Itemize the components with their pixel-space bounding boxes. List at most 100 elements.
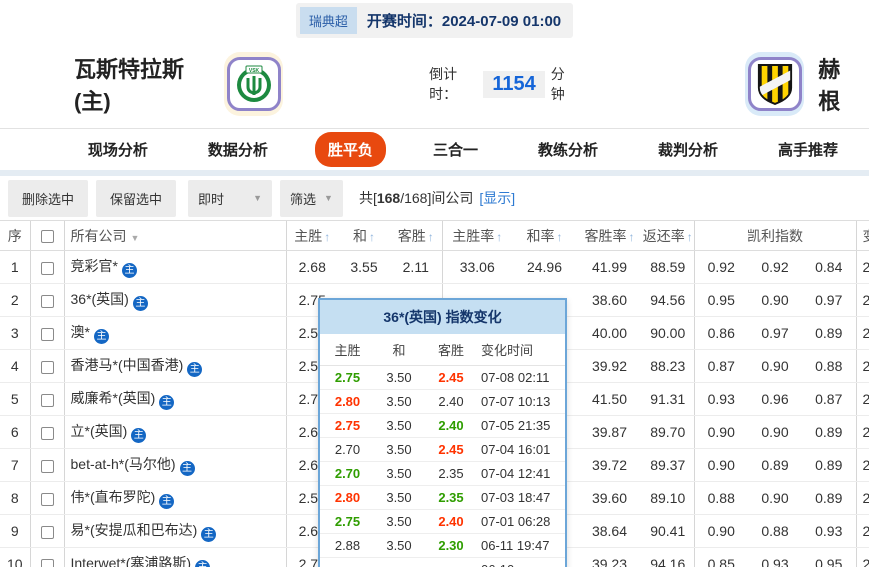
company-name[interactable]: 立*(英国) bbox=[71, 423, 128, 439]
kelly-cell: 0.89 bbox=[748, 449, 802, 482]
company-name[interactable]: 澳* bbox=[71, 324, 90, 340]
popup-odds-cell: 3.50 bbox=[375, 510, 423, 534]
company-name[interactable]: 36*(英国) bbox=[71, 291, 129, 307]
rate-cell: 91.31 bbox=[642, 383, 694, 416]
popup-time-cell: 07-03 18:47 bbox=[479, 486, 565, 510]
col-header-return-rate[interactable]: 返还率↑ bbox=[642, 221, 694, 251]
rate-cell: 89.37 bbox=[642, 449, 694, 482]
col-header-company[interactable]: 所有公司▼ bbox=[64, 221, 286, 251]
rate-cell: 94.16 bbox=[642, 548, 694, 567]
company-cell: 香港马*(中国香港)主 bbox=[64, 350, 286, 383]
popup-col-header: 变化时间 bbox=[479, 334, 565, 366]
kelly-cell: 0.88 bbox=[748, 515, 802, 548]
popup-odds-cell: 2.70 bbox=[320, 438, 375, 462]
tab-2[interactable]: 胜平负 bbox=[315, 132, 386, 167]
row-checkbox[interactable] bbox=[30, 284, 64, 317]
filter-dropdown[interactable]: 筛选 ▼ bbox=[280, 180, 343, 217]
tab-1[interactable]: 数据分析 bbox=[195, 132, 281, 167]
kelly-cell: 0.87 bbox=[802, 383, 856, 416]
checkbox-icon[interactable] bbox=[41, 526, 54, 539]
company-name[interactable]: 易*(安提瓜和巴布达) bbox=[71, 522, 198, 538]
home-logo-frame: VSK bbox=[227, 57, 281, 111]
kelly-cell: 0.89 bbox=[802, 317, 856, 350]
away-team-logo bbox=[745, 52, 804, 116]
checkbox-icon[interactable] bbox=[41, 295, 54, 308]
vasteras-crest-icon: VSK bbox=[234, 64, 274, 104]
sort-up-icon: ↑ bbox=[324, 230, 330, 244]
col-header-draw[interactable]: 和↑ bbox=[338, 221, 390, 251]
company-count-text: 共[168/168]间公司[显示] bbox=[359, 188, 515, 208]
row-checkbox[interactable] bbox=[30, 548, 64, 567]
company-name[interactable]: 竞彩官* bbox=[71, 258, 118, 274]
row-checkbox[interactable] bbox=[30, 251, 64, 284]
row-checkbox[interactable] bbox=[30, 515, 64, 548]
row-checkbox[interactable] bbox=[30, 482, 64, 515]
row-checkbox[interactable] bbox=[30, 416, 64, 449]
company-name[interactable]: 香港马*(中国香港) bbox=[71, 357, 184, 373]
kelly-cell: 0.89 bbox=[802, 416, 856, 449]
show-link[interactable]: [显示] bbox=[479, 190, 515, 206]
league-badge[interactable]: 瑞典超 bbox=[300, 7, 357, 34]
tab-3[interactable]: 三合一 bbox=[420, 132, 491, 167]
company-name[interactable]: 威廉希*(英国) bbox=[71, 390, 156, 406]
col-header-away[interactable]: 客胜↑ bbox=[390, 221, 442, 251]
checkbox-icon[interactable] bbox=[41, 559, 54, 567]
row-checkbox[interactable] bbox=[30, 350, 64, 383]
time-mode-dropdown[interactable]: 即时 ▼ bbox=[188, 180, 272, 217]
company-name[interactable]: Interwet*(塞浦路斯) bbox=[71, 555, 192, 567]
col-header-draw-rate[interactable]: 和率↑ bbox=[512, 221, 577, 251]
col-header-home-rate[interactable]: 主胜率↑ bbox=[442, 221, 512, 251]
checkbox-icon[interactable] bbox=[41, 427, 54, 440]
row-checkbox[interactable] bbox=[30, 383, 64, 416]
rate-cell: 38.64 bbox=[577, 515, 642, 548]
popup-row: 2.753.502.4007-05 21:35 bbox=[320, 414, 565, 438]
rate-cell: 24.96 bbox=[512, 251, 577, 284]
tab-5[interactable]: 裁判分析 bbox=[645, 132, 731, 167]
change-cell: 20 bbox=[856, 416, 869, 449]
checkbox-icon[interactable] bbox=[41, 493, 54, 506]
col-header-away-rate[interactable]: 客胜率↑ bbox=[577, 221, 642, 251]
popup-odds-cell: 2.35 bbox=[423, 486, 479, 510]
kelly-cell: 0.97 bbox=[748, 317, 802, 350]
popup-odds-cell: 3.50 bbox=[375, 414, 423, 438]
popup-row: 2.753.502.4507-08 02:11 bbox=[320, 366, 565, 390]
row-checkbox[interactable] bbox=[30, 449, 64, 482]
select-all-checkbox[interactable] bbox=[30, 221, 64, 251]
delete-selected-button[interactable]: 删除选中 bbox=[8, 180, 88, 217]
row-index: 7 bbox=[0, 449, 30, 482]
tab-0[interactable]: 现场分析 bbox=[75, 132, 161, 167]
odds-cell: 2.11 bbox=[390, 251, 442, 284]
row-index: 6 bbox=[0, 416, 30, 449]
kickoff-time-text: 开赛时间：2024-07-09 01:00 bbox=[367, 10, 561, 31]
col-header-home[interactable]: 主胜↑ bbox=[286, 221, 338, 251]
row-index: 5 bbox=[0, 383, 30, 416]
popup-odds-cell: 2.75 bbox=[320, 366, 375, 390]
popup-row: 2.703.502.3507-04 12:41 bbox=[320, 462, 565, 486]
popup-time-cell: 07-04 12:41 bbox=[479, 462, 565, 486]
company-cell: Interwet*(塞浦路斯)主 bbox=[64, 548, 286, 567]
row-index: 9 bbox=[0, 515, 30, 548]
checkbox-icon[interactable] bbox=[41, 262, 54, 275]
keep-selected-button[interactable]: 保留选中 bbox=[96, 180, 176, 217]
change-cell: 20 bbox=[856, 383, 869, 416]
col-header-index: 序 bbox=[0, 221, 30, 251]
checkbox-icon[interactable] bbox=[41, 460, 54, 473]
rate-cell: 94.56 bbox=[642, 284, 694, 317]
checkbox-icon[interactable] bbox=[41, 394, 54, 407]
popup-odds-cell: 2.80 bbox=[320, 486, 375, 510]
kelly-cell: 0.85 bbox=[694, 548, 748, 567]
popup-time-cell: 07-07 10:13 bbox=[479, 390, 565, 414]
row-index: 8 bbox=[0, 482, 30, 515]
checkbox-icon[interactable] bbox=[41, 230, 54, 243]
popup-odds-cell: 2.30 bbox=[423, 534, 479, 558]
tab-6[interactable]: 高手推荐 bbox=[765, 132, 851, 167]
svg-text:VSK: VSK bbox=[248, 68, 259, 74]
row-checkbox[interactable] bbox=[30, 317, 64, 350]
company-name[interactable]: 伟*(直布罗陀) bbox=[71, 489, 156, 505]
rate-cell: 88.59 bbox=[642, 251, 694, 284]
checkbox-icon[interactable] bbox=[41, 361, 54, 374]
tab-4[interactable]: 教练分析 bbox=[525, 132, 611, 167]
company-name[interactable]: bet-at-h*(马尔他) bbox=[71, 456, 176, 472]
checkbox-icon[interactable] bbox=[41, 328, 54, 341]
popup-odds-cell: 3.50 bbox=[375, 534, 423, 558]
